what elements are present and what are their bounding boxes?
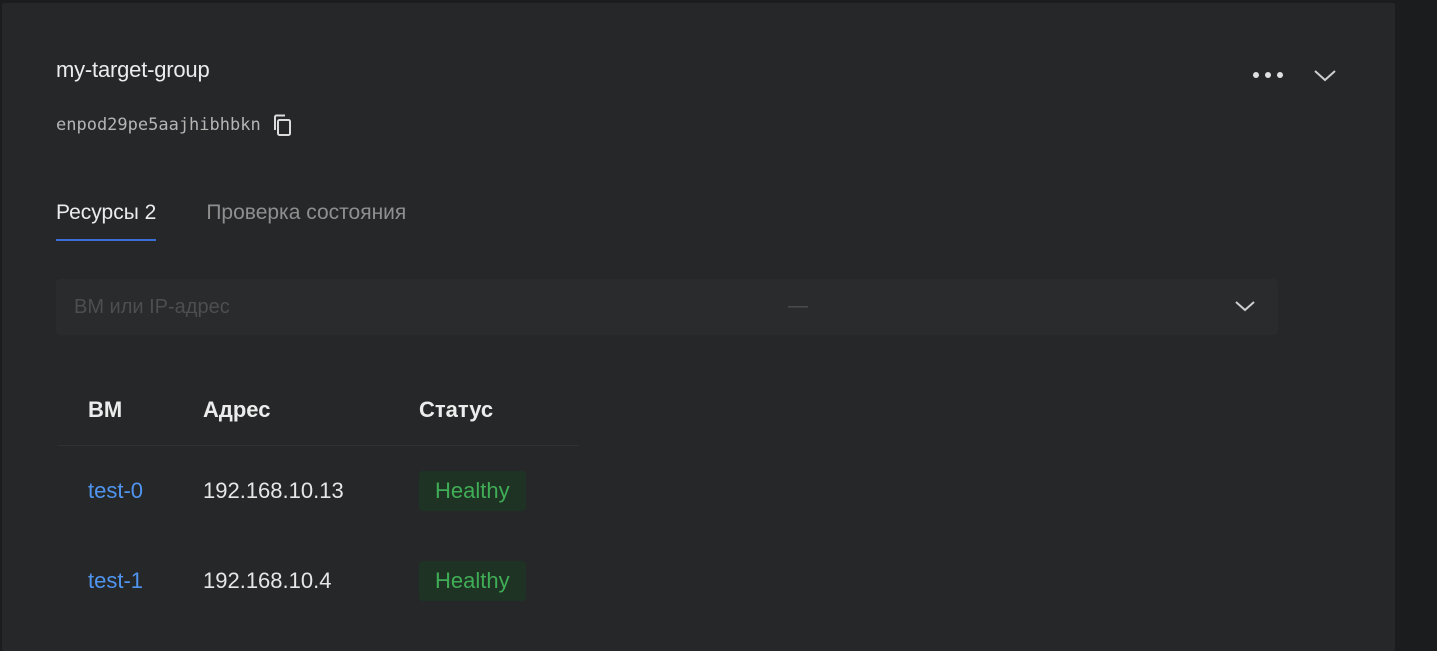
target-group-name: my-target-group: [56, 57, 210, 82]
vm-cell: test-0: [58, 446, 203, 537]
header-actions: [1250, 67, 1338, 88]
status-cell: Healthy: [419, 446, 579, 537]
page-background: my-target-group enpod29pe5aajhibhbkn Рес…: [0, 0, 1437, 651]
status-select-value: —: [788, 295, 808, 317]
tabs: Ресурсы 2 Проверка состояния: [56, 201, 406, 241]
vm-link[interactable]: test-0: [88, 478, 143, 503]
filter-bar: —: [56, 279, 1278, 335]
copy-icon[interactable]: [271, 113, 293, 137]
status-select[interactable]: —: [768, 279, 1278, 335]
tab-resources[interactable]: Ресурсы 2: [56, 201, 157, 241]
vm-link[interactable]: test-1: [88, 568, 143, 593]
status-cell: Healthy: [419, 536, 579, 626]
column-header-status[interactable]: Статус: [419, 375, 579, 446]
address-cell: 192.168.10.4: [203, 568, 332, 593]
column-header-address[interactable]: Адрес: [203, 375, 419, 446]
search-input[interactable]: [56, 279, 756, 335]
column-header-vm[interactable]: ВМ: [58, 375, 203, 446]
target-group-id: enpod29pe5aajhibhbkn: [56, 115, 261, 135]
table-row: test-1 192.168.10.4 Healthy: [58, 536, 579, 626]
vm-cell: test-1: [58, 536, 203, 626]
address-cell: 192.168.10.13: [203, 478, 344, 503]
tab-health-check[interactable]: Проверка состояния: [206, 201, 406, 241]
resources-table: ВМ Адрес Статус test-0 192.168.10.13 Hea…: [58, 375, 579, 626]
status-badge: Healthy: [419, 471, 526, 511]
more-horizontal-icon[interactable]: [1250, 68, 1286, 87]
table-row: test-0 192.168.10.13 Healthy: [58, 446, 579, 537]
chevron-down-icon: [1234, 299, 1256, 318]
status-badge: Healthy: [419, 561, 526, 601]
target-group-id-row: enpod29pe5aajhibhbkn: [56, 113, 293, 137]
chevron-down-icon[interactable]: [1312, 67, 1338, 88]
target-group-card: my-target-group enpod29pe5aajhibhbkn Рес…: [2, 3, 1395, 651]
table-header-row: ВМ Адрес Статус: [58, 375, 579, 446]
